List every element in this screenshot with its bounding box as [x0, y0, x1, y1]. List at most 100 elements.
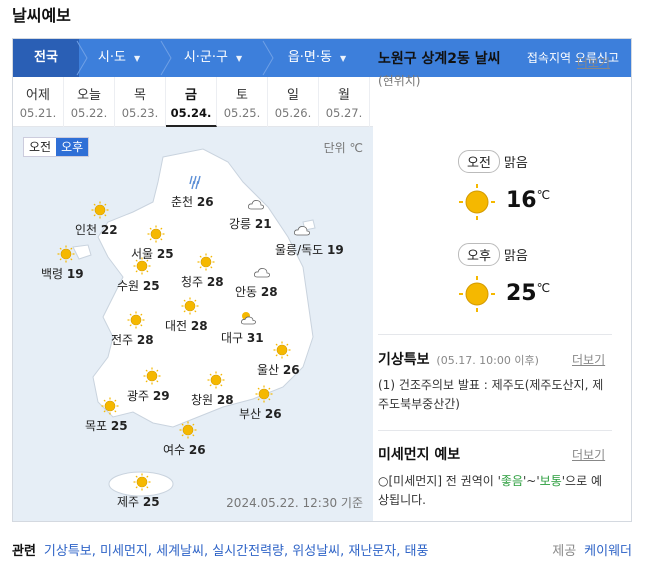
- day-date: 05.22.: [70, 106, 108, 120]
- city-weather[interactable]: 대전 28: [165, 317, 208, 334]
- update-timestamp: 2024.05.22. 12:30 기준: [226, 496, 363, 510]
- am-temperature: 16℃: [506, 188, 551, 213]
- am-pm-toggle: 오전 오후: [23, 137, 90, 157]
- city-temp: 25: [142, 495, 160, 509]
- sun-icon: [101, 397, 119, 419]
- city-temp: 28: [260, 285, 278, 299]
- related-label: 관련: [12, 544, 36, 559]
- provider-link[interactable]: 케이웨더: [584, 544, 632, 559]
- sun-icon: [57, 245, 75, 267]
- region-select-town[interactable]: 읍·면·동 ▼: [267, 39, 367, 77]
- city-weather[interactable]: 인천 22: [75, 221, 118, 238]
- city-name: 안동: [235, 285, 258, 299]
- day-date: 05.23.: [121, 106, 159, 120]
- provider-info: 제공 케이웨더: [552, 540, 632, 559]
- region-select-city[interactable]: 시·군·구 ▼: [163, 39, 263, 77]
- city-weather[interactable]: 강릉 21: [229, 215, 272, 232]
- city-name: 강릉: [229, 217, 252, 231]
- sun-icon: [127, 311, 145, 333]
- region-select-province[interactable]: 시·도 ▼: [79, 39, 159, 77]
- pm-condition: 맑음: [503, 249, 528, 264]
- related-link[interactable]: 실시간전력량: [212, 544, 284, 559]
- divider: [378, 334, 612, 335]
- city-temp: 26: [264, 407, 282, 421]
- related-link[interactable]: 세계날씨: [156, 544, 204, 559]
- city-name: 대전: [165, 319, 188, 333]
- unit-label: 단위 ℃: [323, 141, 363, 155]
- rain-icon: [187, 173, 205, 195]
- city-name: 울산: [257, 363, 280, 377]
- city-temp: 28: [190, 319, 208, 333]
- special-report-text: (1) 건조주의보 발표 : 제주도(제주도산지, 제주도북부중산간): [378, 378, 604, 411]
- chevron-separator-icon: [261, 39, 275, 77]
- city-temp: 26: [196, 195, 214, 209]
- dust-more-link[interactable]: 더보기: [572, 446, 652, 463]
- day-name: 오늘: [77, 88, 101, 103]
- am-condition: 맑음: [503, 156, 528, 171]
- city-weather[interactable]: 청주 28: [181, 273, 224, 290]
- city-weather[interactable]: 전주 28: [111, 331, 154, 348]
- day-name: 목: [134, 88, 146, 103]
- day-tab[interactable]: 목 05.23.: [115, 77, 166, 127]
- city-name: 제주: [117, 495, 140, 509]
- related-link[interactable]: 재난문자: [348, 544, 396, 559]
- day-tab[interactable]: 월 05.27.: [319, 77, 370, 127]
- day-date: 05.25.: [223, 106, 261, 120]
- day-tab[interactable]: 금 05.24.: [166, 77, 217, 127]
- region-tab-nationwide[interactable]: 전국: [13, 39, 79, 77]
- special-report-time: (05.17. 10:00 이후): [436, 354, 539, 367]
- related-link[interactable]: 태풍: [405, 544, 429, 559]
- city-name: 백령: [41, 267, 64, 281]
- city-weather[interactable]: 창원 28: [191, 391, 234, 408]
- special-report-more-link[interactable]: 더보기: [572, 351, 652, 368]
- city-weather[interactable]: 목포 25: [85, 417, 128, 434]
- am-toggle[interactable]: 오전: [24, 138, 56, 156]
- day-tab[interactable]: 오늘 05.22.: [64, 77, 115, 127]
- pm-toggle[interactable]: 오후: [56, 138, 89, 156]
- city-weather[interactable]: 광주 29: [127, 387, 170, 404]
- city-weather[interactable]: 제주 25: [117, 493, 160, 510]
- city-weather[interactable]: 울산 26: [257, 361, 300, 378]
- city-name: 여수: [163, 443, 186, 457]
- sun-icon: [459, 184, 495, 220]
- day-tab[interactable]: 어제 05.21.: [13, 77, 64, 127]
- city-name: 부산: [239, 407, 262, 421]
- day-tab[interactable]: 토 05.25.: [217, 77, 268, 127]
- chevron-separator-icon: [159, 39, 173, 77]
- city-weather[interactable]: 백령 19: [41, 265, 84, 282]
- cloud-icon: [251, 263, 273, 285]
- city-weather[interactable]: 울릉/독도 19: [275, 241, 344, 258]
- related-link[interactable]: 위성날씨: [292, 544, 340, 559]
- city-weather[interactable]: 춘천 26: [171, 193, 214, 210]
- chevron-separator-icon: [75, 39, 89, 77]
- city-weather[interactable]: 부산 26: [239, 405, 282, 422]
- related-link[interactable]: 미세먼지: [100, 544, 148, 559]
- city-weather[interactable]: 대구 31: [221, 329, 264, 346]
- city-weather[interactable]: 수원 25: [117, 277, 160, 294]
- sun-icon: [181, 297, 199, 319]
- day-name: 어제: [26, 88, 50, 103]
- city-weather[interactable]: 안동 28: [235, 283, 278, 300]
- day-name: 일: [287, 88, 299, 103]
- cloud-icon: [291, 221, 313, 243]
- sun-icon: [255, 385, 273, 407]
- am-forecast: 오전 맑음: [458, 150, 528, 173]
- day-tab[interactable]: 일 05.26.: [268, 77, 319, 127]
- city-temp: 26: [188, 443, 206, 457]
- weather-map: 오전 오후 단위 ℃ 춘천 26 강릉 21 인천 22 서울 25 울릉/독도 19 백령…: [13, 127, 373, 521]
- city-temp: 28: [206, 275, 224, 289]
- location-more-link[interactable]: 더보기: [577, 54, 610, 71]
- sun-icon: [133, 257, 151, 279]
- related-link[interactable]: 기상특보: [44, 544, 92, 559]
- day-date: 05.21.: [19, 106, 57, 120]
- sun-icon: [147, 225, 165, 247]
- location-sub: (현위치): [378, 74, 421, 88]
- city-name: 수원: [117, 279, 140, 293]
- caret-down-icon: ▼: [133, 54, 141, 63]
- city-temp: 31: [246, 331, 264, 345]
- city-name: 청주: [181, 275, 204, 289]
- sun-icon: [459, 276, 495, 312]
- city-temp: 21: [254, 217, 272, 231]
- city-name: 목포: [85, 419, 108, 433]
- city-weather[interactable]: 여수 26: [163, 441, 206, 458]
